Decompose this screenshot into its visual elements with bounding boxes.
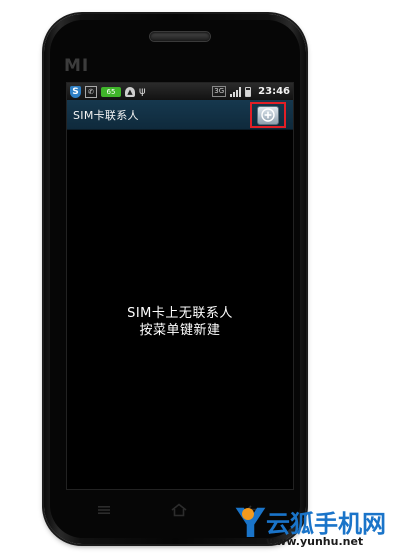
status-clock: 23:46 [258, 86, 290, 97]
screenshot-stage: MI S ✆ 65 ▲ ψ 3G 23:46 SIM卡联系人 SIM卡上无联系人… [0, 0, 400, 557]
network-type-badge: 3G [212, 86, 227, 97]
usb-icon: ψ [139, 85, 146, 97]
phone-body: MI S ✆ 65 ▲ ψ 3G 23:46 SIM卡联系人 SIM卡上无联系人… [44, 14, 306, 544]
watermark-url: www.yunhu.net [266, 535, 364, 548]
watermark-site-name: 云狐手机网 [266, 510, 386, 538]
missed-call-icon: ✆ [85, 85, 97, 98]
notification-badge: 65 [101, 86, 121, 97]
earpiece-speaker [150, 32, 210, 41]
empty-message-line-1: SIM卡上无联系人 [127, 306, 233, 321]
shield-icon: S [70, 85, 81, 98]
add-button-highlight [250, 102, 286, 128]
site-watermark: Y 云狐手机网 www.yunhu.net [236, 500, 400, 557]
add-circle-icon [261, 108, 275, 122]
empty-contacts-message: SIM卡上无联系人 按菜单键新建 [67, 305, 293, 339]
page-title: SIM卡联系人 [73, 108, 139, 122]
phone-screen: S ✆ 65 ▲ ψ 3G 23:46 SIM卡联系人 SIM卡上无联系人 按菜… [66, 82, 294, 490]
battery-icon [245, 86, 252, 97]
app-title-bar: SIM卡联系人 [67, 100, 293, 130]
status-bar: S ✆ 65 ▲ ψ 3G 23:46 [67, 83, 293, 100]
android-icon: ▲ [125, 86, 135, 97]
add-contact-button[interactable] [257, 105, 279, 125]
menu-key[interactable] [92, 501, 116, 519]
menu-icon [97, 506, 110, 514]
home-icon [171, 503, 187, 517]
watermark-logo-dot [242, 508, 254, 520]
empty-message-line-2: 按菜单键新建 [139, 323, 221, 338]
brand-logo: MI [64, 56, 90, 76]
home-key[interactable] [167, 501, 191, 519]
signal-strength-icon [230, 86, 242, 97]
